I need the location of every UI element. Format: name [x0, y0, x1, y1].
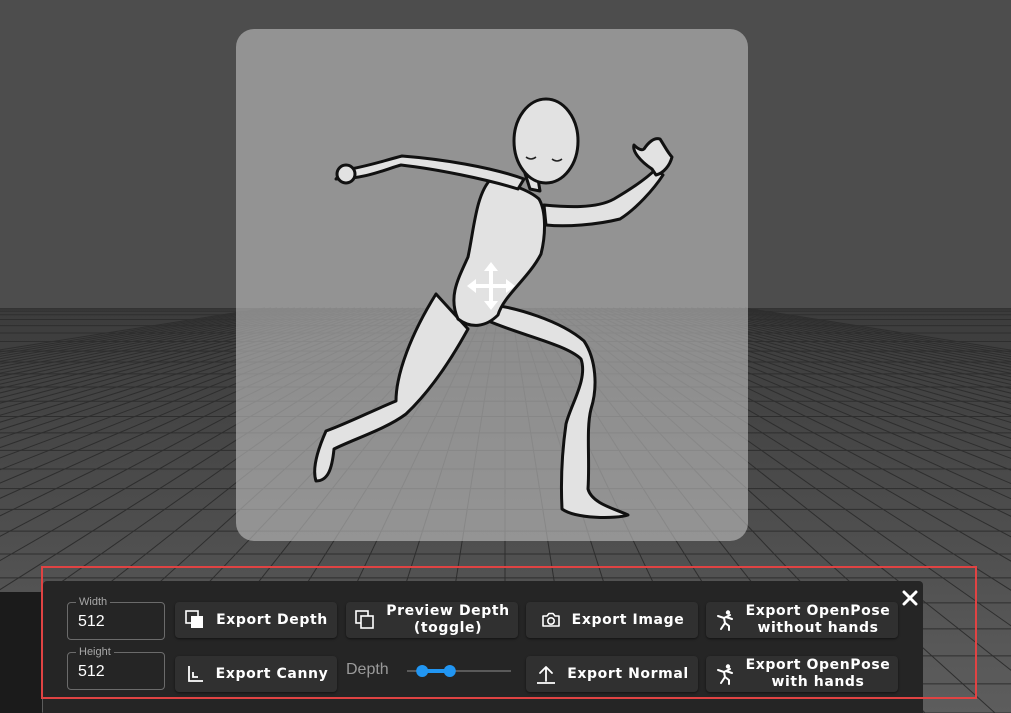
move-gizmo-icon[interactable] — [467, 262, 515, 310]
highlight-outline — [41, 566, 977, 699]
side-panel-strip — [0, 592, 42, 713]
